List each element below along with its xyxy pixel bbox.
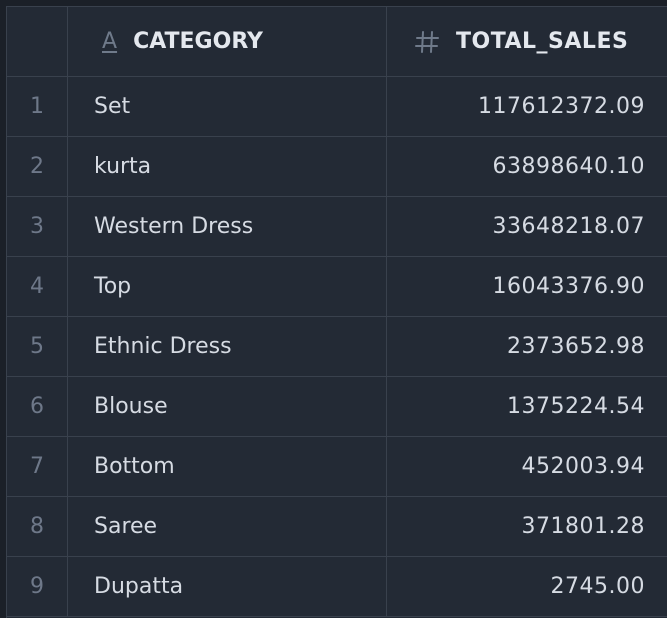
table-row[interactable]: 5 Ethnic Dress 2373652.98 (7, 317, 667, 377)
total-sales-cell[interactable]: 117612372.09 (387, 77, 667, 136)
row-index: 4 (7, 257, 68, 316)
row-index: 6 (7, 377, 68, 436)
row-index-header (7, 7, 68, 76)
row-index: 9 (7, 557, 68, 616)
table-row[interactable]: 7 Bottom 452003.94 (7, 437, 667, 497)
category-cell[interactable]: Saree (68, 497, 387, 556)
category-cell[interactable]: Top (68, 257, 387, 316)
total-sales-cell[interactable]: 371801.28 (387, 497, 667, 556)
table-row[interactable]: 1 Set 117612372.09 (7, 77, 667, 137)
table-row[interactable]: 9 Dupatta 2745.00 (7, 557, 667, 617)
category-cell[interactable]: Ethnic Dress (68, 317, 387, 376)
table-row[interactable]: 8 Saree 371801.28 (7, 497, 667, 557)
row-index: 3 (7, 197, 68, 256)
total-sales-cell[interactable]: 2745.00 (387, 557, 667, 616)
number-type-icon (414, 29, 440, 55)
table-row[interactable]: 2 kurta 63898640.10 (7, 137, 667, 197)
table-row[interactable]: 4 Top 16043376.90 (7, 257, 667, 317)
row-index: 5 (7, 317, 68, 376)
category-cell[interactable]: Set (68, 77, 387, 136)
table-header-row: A CATEGORY TOTAL_SALES (7, 7, 667, 77)
category-cell[interactable]: Bottom (68, 437, 387, 496)
table-row[interactable]: 6 Blouse 1375224.54 (7, 377, 667, 437)
column-header-total-sales-label: TOTAL_SALES (456, 29, 629, 54)
category-cell[interactable]: Blouse (68, 377, 387, 436)
total-sales-cell[interactable]: 33648218.07 (387, 197, 667, 256)
text-type-icon: A (102, 29, 118, 54)
total-sales-cell[interactable]: 2373652.98 (387, 317, 667, 376)
row-index: 2 (7, 137, 68, 196)
total-sales-cell[interactable]: 1375224.54 (387, 377, 667, 436)
row-index: 7 (7, 437, 68, 496)
column-header-category[interactable]: A CATEGORY (68, 7, 387, 76)
results-table: A CATEGORY TOTAL_SALES 1 Set 117612372.0… (6, 6, 667, 618)
table-row[interactable]: 3 Western Dress 33648218.07 (7, 197, 667, 257)
column-header-category-label: CATEGORY (133, 29, 263, 54)
category-cell[interactable]: Western Dress (68, 197, 387, 256)
category-cell[interactable]: kurta (68, 137, 387, 196)
column-header-total-sales[interactable]: TOTAL_SALES (387, 7, 667, 76)
row-index: 8 (7, 497, 68, 556)
category-cell[interactable]: Dupatta (68, 557, 387, 616)
total-sales-cell[interactable]: 452003.94 (387, 437, 667, 496)
total-sales-cell[interactable]: 63898640.10 (387, 137, 667, 196)
row-index: 1 (7, 77, 68, 136)
total-sales-cell[interactable]: 16043376.90 (387, 257, 667, 316)
